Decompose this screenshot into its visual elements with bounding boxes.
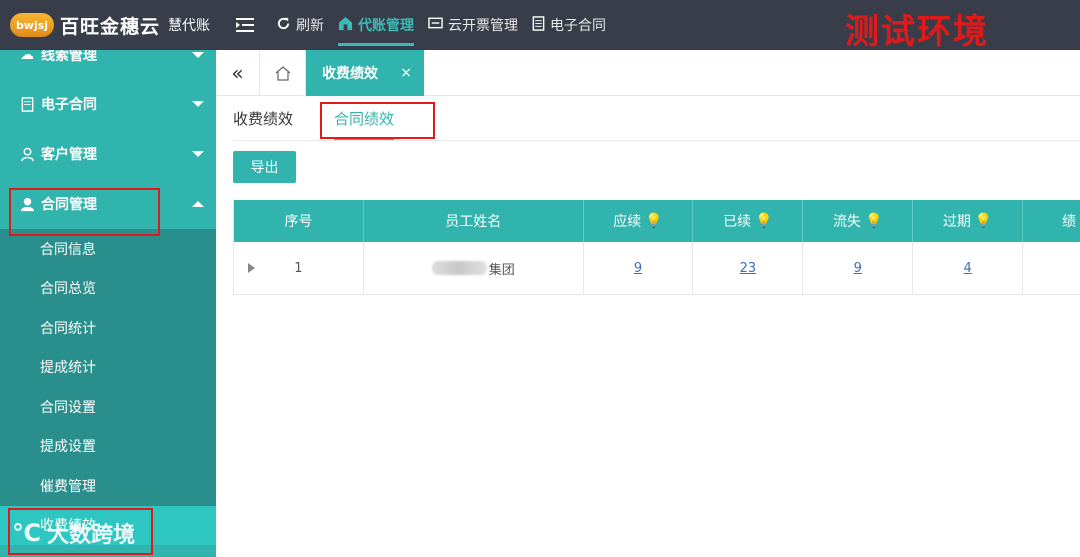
cell-employee-name: 集团: [364, 242, 584, 294]
nav-cloud-invoice[interactable]: 云开票管理: [428, 0, 518, 50]
performance-table: 序号 员工姓名 应续 💡 已续 💡 流失 💡 过期 💡 绩 1 集团 9 23 9 4: [233, 200, 1080, 295]
submenu-item-contract-overview[interactable]: 合同总览: [0, 269, 216, 309]
cell-index: 1: [234, 242, 364, 294]
table-row: 1 集团 9 23 9 4: [234, 242, 1080, 295]
cell-due: 9: [584, 242, 694, 294]
sidebar-item-label: 电子合同: [41, 97, 97, 113]
cloud-icon: ☁: [20, 50, 34, 63]
sidebar: ☁ 线索管理 电子合同 客户管理 合同管理 合同信息 合同总览 合同统计 提成统…: [0, 50, 216, 557]
column-header-index: 序号: [234, 200, 364, 242]
sidebar-item-customers[interactable]: 客户管理: [0, 129, 216, 179]
brand-subname: 慧代账: [168, 18, 211, 34]
sidebar-item-e-contract[interactable]: 电子合同: [0, 79, 216, 129]
chevron-down-icon: [192, 151, 204, 157]
subtab-divider: [233, 140, 1080, 141]
column-header-renewed[interactable]: 已续 💡: [693, 200, 804, 242]
column-header-employee: 员工姓名: [364, 200, 584, 242]
nav-refresh-label: 刷新: [296, 18, 324, 34]
lightbulb-icon[interactable]: 💡: [645, 213, 662, 229]
expired-link[interactable]: 4: [964, 261, 972, 276]
expand-row-icon[interactable]: [248, 263, 255, 273]
nav-e-contract-label: 电子合同: [550, 18, 606, 34]
redacted-text: [431, 261, 487, 275]
home-tab[interactable]: [260, 50, 306, 96]
close-icon[interactable]: ×: [400, 65, 412, 81]
cell-lost: 9: [803, 242, 914, 294]
person-icon: [18, 197, 36, 212]
home-icon: [338, 16, 353, 35]
nav-e-contract[interactable]: 电子合同: [532, 0, 606, 50]
column-header-lost[interactable]: 流失 💡: [803, 200, 914, 242]
brand-name: 百旺金穗云: [60, 15, 161, 38]
top-nav: 刷新 代账管理 云开票管理 电子合同: [216, 0, 606, 50]
main-content: 收费绩效 合同绩效 导出 序号 员工姓名 应续 💡 已续 💡 流失 💡 过期 💡 绩 1…: [216, 96, 1080, 557]
ticket-icon: [428, 17, 443, 33]
collapse-menu-icon[interactable]: [236, 0, 262, 50]
sidebar-item-leads[interactable]: ☁ 线索管理: [0, 50, 216, 65]
subtab-contract-performance[interactable]: 合同绩效: [334, 96, 395, 141]
nav-cloud-invoice-label: 云开票管理: [448, 18, 518, 34]
lightbulb-icon[interactable]: 💡: [975, 213, 992, 229]
submenu-item-contract-info[interactable]: 合同信息: [0, 229, 216, 269]
top-bar: bwjsj 百旺金穗云 慧代账 刷新 代账管理 云开票管理 电子合同 测试环境: [0, 0, 1080, 52]
cell-expired: 4: [913, 242, 1024, 294]
watermark: ℃ 大数跨境: [12, 517, 135, 549]
table-header: 序号 员工姓名 应续 💡 已续 💡 流失 💡 过期 💡 绩: [234, 200, 1080, 242]
tab-strip: « 收费绩效 ×: [216, 50, 1080, 96]
environment-label: 测试环境: [845, 12, 989, 52]
cell-truncated: [1023, 242, 1080, 294]
brand-logo: bwjsj: [10, 13, 54, 37]
column-header-truncated: 绩: [1062, 214, 1077, 230]
people-icon: [18, 147, 36, 162]
chevron-down-icon: [192, 52, 204, 58]
tab-label: 收费绩效: [322, 66, 378, 82]
column-header-due[interactable]: 应续 💡: [584, 200, 694, 242]
brand[interactable]: bwjsj 百旺金穗云 慧代账: [0, 0, 216, 50]
sidebar-item-label: 合同管理: [41, 197, 97, 213]
cell-renewed: 23: [693, 242, 804, 294]
document-icon: [532, 15, 545, 35]
submenu-item-commission-settings[interactable]: 提成设置: [0, 427, 216, 467]
nav-bookkeeping[interactable]: 代账管理: [338, 0, 414, 50]
sidebar-item-contracts[interactable]: 合同管理: [0, 179, 216, 229]
column-header-expired[interactable]: 过期 💡: [913, 200, 1024, 242]
export-button[interactable]: 导出: [233, 151, 296, 183]
lightbulb-icon[interactable]: 💡: [755, 213, 772, 229]
subtab-fee-performance[interactable]: 收费绩效: [233, 96, 293, 141]
submenu-item-contract-settings[interactable]: 合同设置: [0, 387, 216, 427]
nav-bookkeeping-label: 代账管理: [358, 18, 414, 34]
submenu-item-commission-stats[interactable]: 提成统计: [0, 348, 216, 388]
nav-refresh[interactable]: 刷新: [276, 0, 324, 50]
due-link[interactable]: 9: [634, 261, 642, 276]
home-icon: [275, 65, 290, 81]
lost-link[interactable]: 9: [854, 261, 862, 276]
tab-fee-performance[interactable]: 收费绩效 ×: [306, 50, 424, 96]
refresh-icon: [276, 16, 291, 35]
document-icon: [18, 96, 36, 112]
watermark-logo-icon: ℃: [12, 519, 42, 547]
watermark-text: 大数跨境: [47, 523, 136, 548]
sidebar-item-label: 客户管理: [41, 147, 97, 163]
lightbulb-icon[interactable]: 💡: [865, 213, 882, 229]
sidebar-item-label: 线索管理: [41, 50, 97, 64]
submenu-item-payment-reminder[interactable]: 催费管理: [0, 466, 216, 506]
contracts-submenu: 合同信息 合同总览 合同统计 提成统计 合同设置 提成设置 催费管理 收费绩效: [0, 229, 216, 545]
chevron-up-icon: [192, 201, 204, 207]
double-chevron-left-icon[interactable]: «: [216, 50, 260, 96]
renewed-link[interactable]: 23: [740, 261, 757, 276]
chevron-down-icon: [192, 101, 204, 107]
sub-tabs: 收费绩效 合同绩效: [233, 96, 438, 141]
submenu-item-contract-stats[interactable]: 合同统计: [0, 308, 216, 348]
